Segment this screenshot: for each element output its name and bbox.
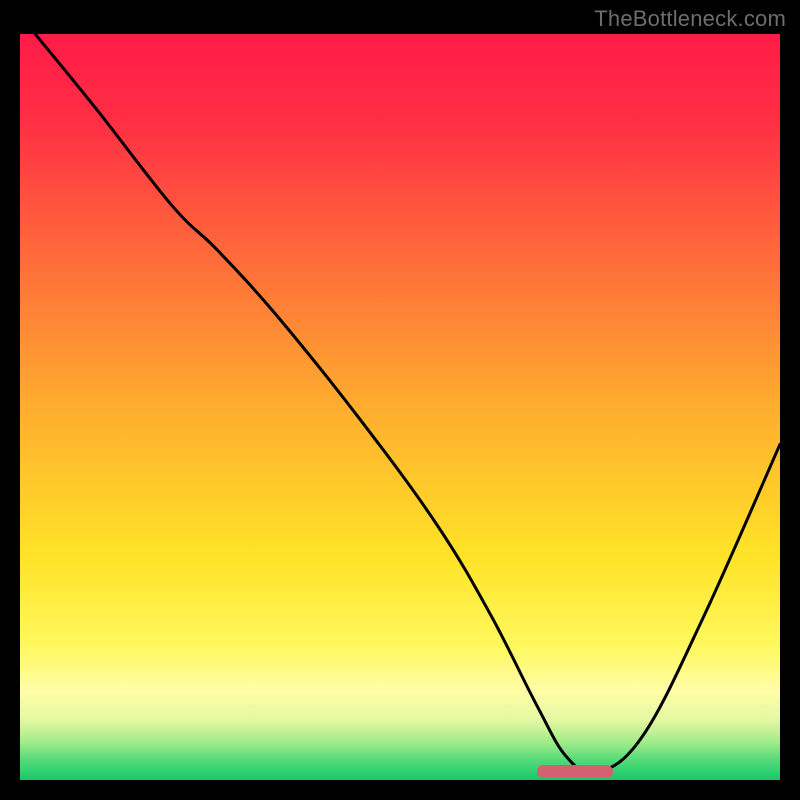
chart-frame: TheBottleneck.com	[0, 0, 800, 800]
optimal-marker	[537, 765, 613, 778]
watermark-text: TheBottleneck.com	[594, 6, 786, 32]
bottleneck-curve	[20, 34, 780, 780]
plot-area	[20, 34, 780, 780]
